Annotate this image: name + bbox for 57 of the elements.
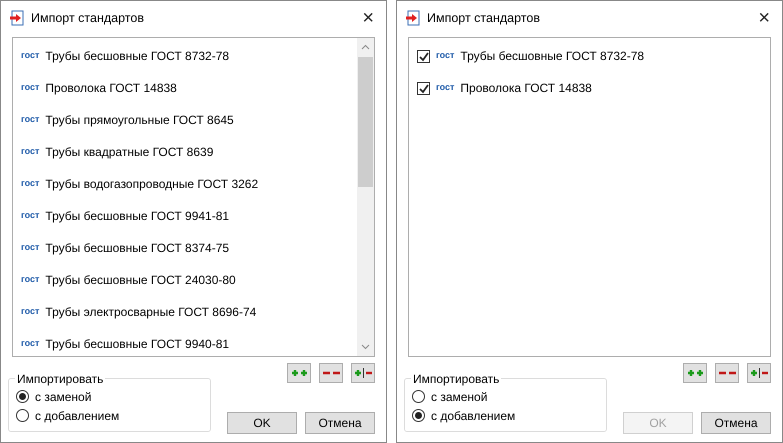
- standard-tag: гост: [21, 113, 40, 127]
- list-item[interactable]: Трубы бесшовные ГОСТ 9941-81: [45, 207, 230, 225]
- cancel-button[interactable]: Отмена: [701, 412, 771, 434]
- add-all-button[interactable]: [287, 363, 311, 383]
- standard-tag: гост: [21, 241, 40, 255]
- standard-tag: гост: [21, 337, 40, 351]
- standard-tag: гост: [436, 49, 454, 63]
- cancel-button[interactable]: Отмена: [305, 412, 375, 434]
- checkbox[interactable]: [417, 82, 430, 94]
- radio-label[interactable]: с заменой: [35, 388, 92, 406]
- list-item[interactable]: Трубы бесшовные ГОСТ 9940-81: [45, 335, 230, 353]
- invert-selection-button[interactable]: [747, 363, 771, 383]
- remove-all-button[interactable]: [715, 363, 739, 383]
- standard-tag: гост: [21, 49, 40, 63]
- standard-tag: гост: [21, 81, 40, 95]
- list-item[interactable]: Трубы бесшовные ГОСТ 24030-80: [45, 271, 236, 289]
- radio-label[interactable]: с добавлением: [431, 406, 516, 424]
- close-button[interactable]: ×: [358, 8, 378, 28]
- add-all-icon: [686, 368, 704, 378]
- ok-button[interactable]: OK: [227, 412, 297, 434]
- scrollbar-thumb[interactable]: [358, 57, 373, 187]
- scrollbar[interactable]: [357, 38, 374, 356]
- add-all-button[interactable]: [683, 363, 707, 383]
- window-title: Импорт стандартов: [31, 10, 145, 27]
- list-item[interactable]: Трубы бесшовные ГОСТ 8374-75: [45, 239, 230, 257]
- list-item[interactable]: Трубы водогазопроводные ГОСТ 3262: [45, 175, 258, 193]
- list-item[interactable]: Проволока ГОСТ 14838: [45, 79, 177, 97]
- standard-tag: гост: [436, 81, 454, 95]
- window-title: Импорт стандартов: [427, 10, 541, 27]
- standard-tag: гост: [21, 209, 40, 223]
- radio-button[interactable]: [16, 390, 29, 403]
- import-icon: [9, 10, 25, 26]
- list-item[interactable]: Трубы бесшовные ГОСТ 8732-78: [460, 47, 644, 65]
- radio-button[interactable]: [412, 390, 425, 403]
- add-all-icon: [290, 368, 308, 378]
- invert-icon: [354, 368, 372, 378]
- list-item[interactable]: Трубы электросварные ГОСТ 8696-74: [45, 303, 256, 321]
- radio-button[interactable]: [16, 409, 29, 422]
- list-item[interactable]: Трубы квадратные ГОСТ 8639: [45, 143, 214, 161]
- scroll-down-icon[interactable]: [361, 344, 370, 350]
- standard-tag: гост: [21, 145, 40, 159]
- standard-tag: гост: [21, 273, 40, 287]
- invert-icon: [750, 368, 768, 378]
- list-item[interactable]: Трубы прямоугольные ГОСТ 8645: [45, 111, 234, 129]
- radio-label[interactable]: с добавлением: [35, 406, 120, 424]
- standard-tag: гост: [21, 305, 40, 319]
- import-icon: [405, 10, 421, 26]
- radio-button[interactable]: [412, 409, 425, 422]
- scroll-up-icon[interactable]: [361, 44, 370, 50]
- remove-all-button[interactable]: [319, 363, 343, 383]
- invert-selection-button[interactable]: [351, 363, 375, 383]
- list-item[interactable]: Трубы бесшовные ГОСТ 8732-78: [45, 47, 230, 65]
- list-item[interactable]: Проволока ГОСТ 14838: [460, 79, 592, 97]
- standard-tag: гост: [21, 177, 40, 191]
- radio-label[interactable]: с заменой: [431, 388, 488, 406]
- close-button[interactable]: ×: [754, 8, 774, 28]
- checkbox[interactable]: [417, 50, 430, 62]
